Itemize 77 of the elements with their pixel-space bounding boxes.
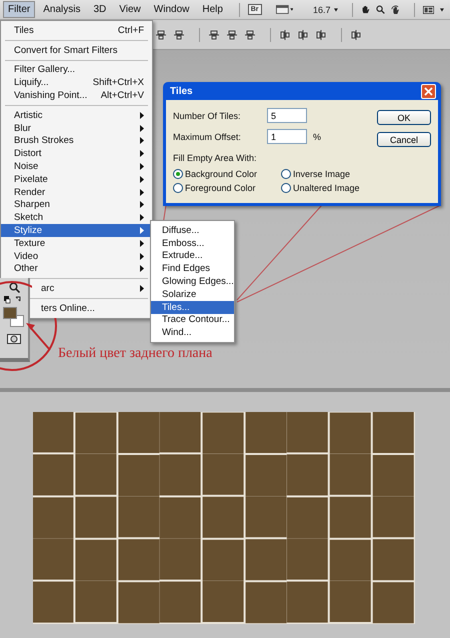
caret-icon[interactable] bbox=[334, 8, 338, 12]
menu-entry[interactable]: ters Online... bbox=[33, 302, 152, 315]
menu-entry[interactable]: Other bbox=[1, 262, 152, 276]
align-icon[interactable] bbox=[155, 28, 167, 40]
menu-entry[interactable]: Glowing Edges... bbox=[151, 275, 234, 288]
unit-label: % bbox=[313, 132, 322, 142]
menu-item[interactable]: View bbox=[114, 1, 146, 18]
radio-option[interactable]: Inverse Image bbox=[281, 169, 377, 179]
input-field[interactable]: 1 bbox=[267, 129, 307, 144]
menu-entry[interactable]: Sharpen bbox=[1, 198, 152, 212]
menu-entry[interactable]: Emboss... bbox=[151, 236, 234, 250]
radio-option[interactable]: Unaltered Image bbox=[281, 183, 377, 193]
menu-item[interactable]: Filter bbox=[3, 1, 36, 18]
input-field[interactable]: 5 bbox=[267, 108, 307, 123]
field-label: Maximum Offset: bbox=[173, 132, 242, 142]
radio-icon[interactable] bbox=[173, 183, 183, 193]
menu-entry[interactable]: Trace Contour... bbox=[151, 314, 234, 326]
menu-entry[interactable]: Liquify... Shift+Ctrl+X bbox=[1, 76, 152, 90]
align-icon[interactable] bbox=[173, 28, 185, 40]
menu-item[interactable]: Help bbox=[197, 1, 228, 18]
menu-item[interactable]: Analysis bbox=[38, 1, 86, 18]
align-icon[interactable] bbox=[226, 28, 238, 40]
menu-entry[interactable]: Tiles Ctrl+F bbox=[1, 24, 152, 37]
menu-entry[interactable]: Vanishing Point... Alt+Ctrl+V bbox=[1, 89, 152, 102]
menu-entry[interactable]: Wind... bbox=[151, 326, 234, 340]
menu-entry[interactable]: Brush Strokes bbox=[1, 134, 152, 148]
annotation-arrow bbox=[26, 323, 51, 351]
menu-entry[interactable]: arc bbox=[33, 282, 152, 296]
menu-entry[interactable]: Video bbox=[1, 250, 152, 263]
align-icon[interactable] bbox=[315, 28, 327, 40]
menu-item[interactable]: 3D bbox=[88, 1, 112, 18]
annotation-label: Белый цвет заднего плана bbox=[58, 346, 212, 362]
dialog-title: Tiles bbox=[170, 86, 193, 96]
group-label: Fill Empty Area With: bbox=[173, 153, 258, 163]
menu-entry[interactable]: Extrude... bbox=[151, 250, 234, 262]
menu-entry[interactable]: Pixelate bbox=[1, 172, 152, 186]
caret-icon[interactable] bbox=[440, 8, 444, 12]
align-icon[interactable] bbox=[297, 28, 309, 40]
menu-entry[interactable]: Stylize bbox=[1, 224, 152, 237]
align-icon[interactable] bbox=[279, 28, 291, 40]
radio-icon[interactable] bbox=[281, 169, 291, 179]
close-icon bbox=[424, 86, 433, 96]
zoom-tool-icon[interactable] bbox=[8, 282, 20, 293]
field-label: Number Of Tiles: bbox=[173, 110, 242, 120]
menu-entry[interactable]: Diffuse... bbox=[151, 224, 234, 237]
align-icon[interactable] bbox=[208, 28, 220, 40]
hand-icon[interactable] bbox=[361, 4, 370, 16]
menu-entry[interactable]: Blur bbox=[1, 122, 152, 135]
menu-entry[interactable]: Distort bbox=[1, 147, 152, 160]
align-icon[interactable] bbox=[244, 28, 256, 40]
menu-entry[interactable]: Filter Gallery... bbox=[1, 64, 152, 76]
color-swatch[interactable] bbox=[3, 307, 17, 319]
arrange-icon[interactable] bbox=[422, 4, 434, 14]
menu-entry[interactable]: Find Edges bbox=[151, 262, 234, 276]
radio-icon[interactable] bbox=[281, 183, 291, 193]
radio-icon[interactable] bbox=[173, 169, 183, 179]
menu-entry[interactable]: Solarize bbox=[151, 288, 234, 301]
menu-entry[interactable]: Texture bbox=[1, 236, 152, 250]
rotate-view-icon[interactable] bbox=[390, 4, 400, 16]
radio-option[interactable]: Foreground Color bbox=[173, 183, 281, 193]
quick-mask-icon[interactable] bbox=[7, 334, 21, 344]
zoom-level[interactable]: 16.7 bbox=[312, 4, 330, 14]
submenu-arrow-icon bbox=[140, 285, 144, 292]
close-button[interactable] bbox=[421, 84, 436, 98]
search-icon[interactable] bbox=[376, 4, 385, 15]
menu-item[interactable]: Window bbox=[148, 1, 194, 18]
radio-option[interactable]: Background Color bbox=[173, 169, 281, 179]
screen-mode-icon[interactable] bbox=[276, 4, 293, 15]
menu-entry[interactable]: Convert for Smart Filters bbox=[1, 44, 152, 57]
menu-entry[interactable]: Noise bbox=[1, 160, 152, 173]
dialog-button[interactable]: Cancel bbox=[377, 132, 431, 147]
menu-entry[interactable]: Artistic bbox=[1, 108, 152, 122]
menu-entry[interactable]: Tiles... bbox=[151, 300, 234, 314]
menu-entry[interactable]: Sketch bbox=[1, 211, 152, 224]
align-icon[interactable] bbox=[350, 28, 362, 40]
menu-entry[interactable]: Render bbox=[1, 186, 152, 199]
dialog-button[interactable]: OK bbox=[377, 110, 431, 125]
